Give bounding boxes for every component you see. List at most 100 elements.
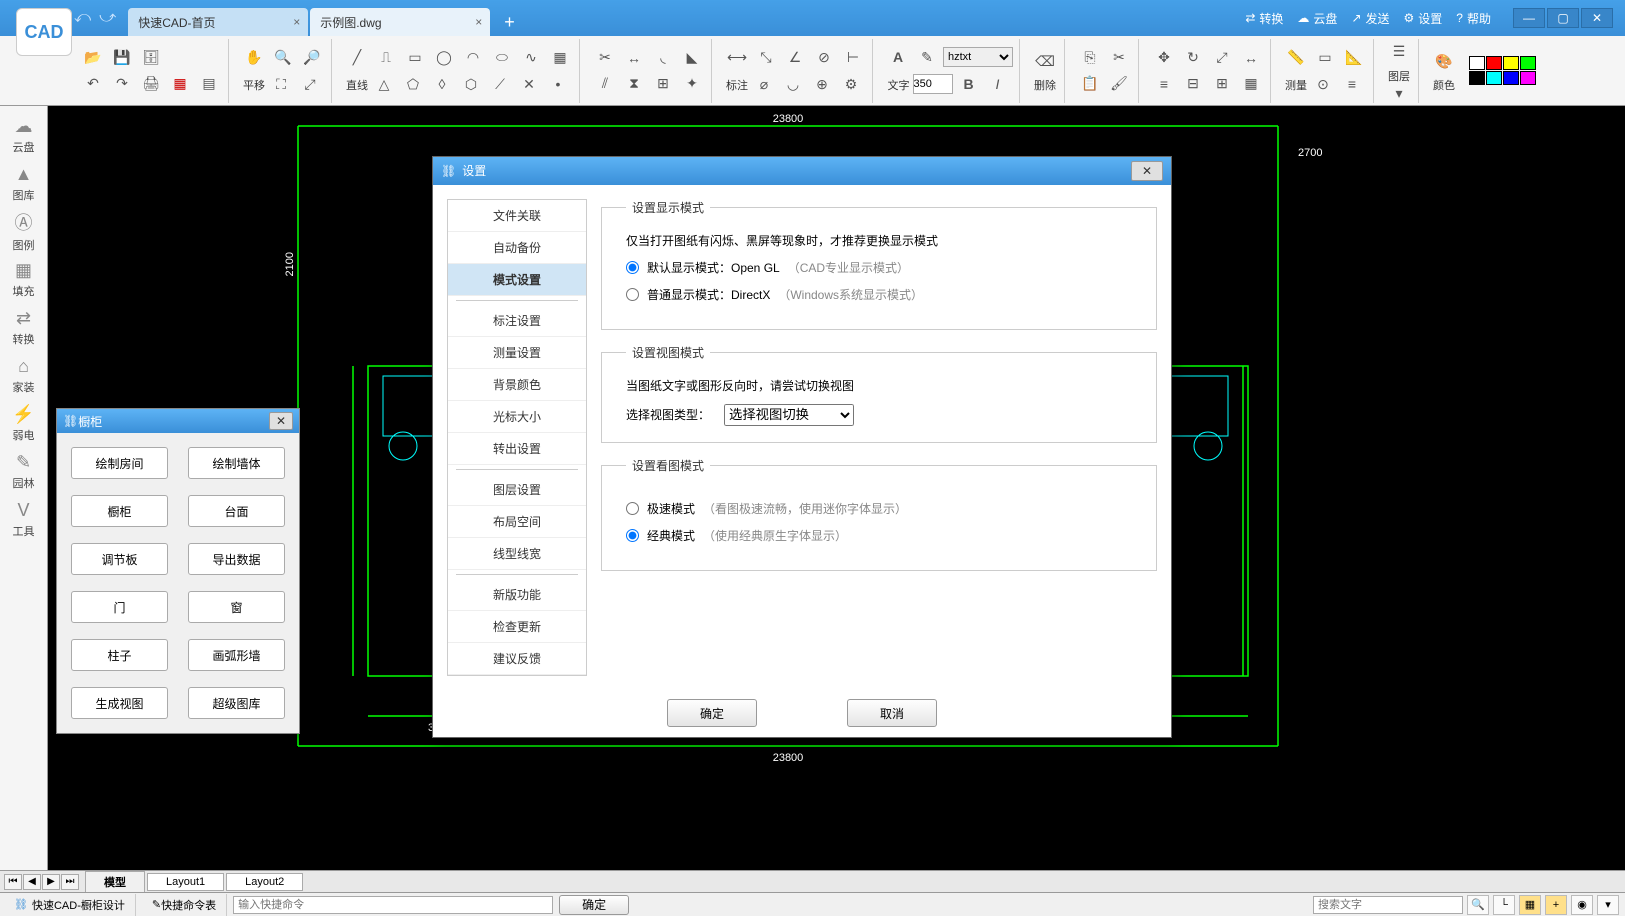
text-icon[interactable]: A xyxy=(885,44,911,70)
nav-back-icon[interactable]: ⤺ xyxy=(74,9,91,27)
panel-titlebar[interactable]: ⛓ 橱柜 ✕ xyxy=(57,409,299,433)
sidebar-item-图例[interactable]: Ⓐ图例 xyxy=(4,208,44,254)
list-icon[interactable]: ≡ xyxy=(1339,71,1365,97)
circle-icon[interactable]: ◯ xyxy=(431,44,457,70)
mirror-icon[interactable]: ⧗ xyxy=(621,71,647,97)
explode-icon[interactable]: ✦ xyxy=(679,71,705,97)
panel-button-绘制墙体[interactable]: 绘制墙体 xyxy=(188,447,285,479)
dialog-titlebar[interactable]: ⛓ 设置 ✕ xyxy=(433,157,1171,185)
hatch-icon[interactable]: ▦ xyxy=(547,44,573,70)
dim-linear-icon[interactable]: ⟷ xyxy=(724,44,750,70)
tab-drawing[interactable]: 示例图.dwg × xyxy=(310,8,490,36)
send-button[interactable]: ↗ 发送 xyxy=(1351,10,1389,27)
layer-drop-icon[interactable]: ▾ xyxy=(1386,84,1412,103)
color-swatch[interactable] xyxy=(1520,56,1536,70)
align-icon[interactable]: ≡ xyxy=(1151,71,1177,97)
settings-nav-背景颜色[interactable]: 背景颜色 xyxy=(448,369,586,401)
pdf-icon[interactable]: ▦ xyxy=(167,71,193,97)
panel-button-橱柜[interactable]: 橱柜 xyxy=(71,495,168,527)
grid-icon[interactable]: ▦ xyxy=(1519,895,1541,915)
line-icon[interactable]: ╱ xyxy=(344,44,370,70)
radio-input[interactable] xyxy=(626,261,639,274)
search-input[interactable] xyxy=(1313,896,1463,914)
undo-icon[interactable]: ↶ xyxy=(80,71,106,97)
close-icon[interactable]: × xyxy=(293,15,300,29)
break-icon[interactable]: ⊟ xyxy=(1180,71,1206,97)
print-icon[interactable]: 🖨 xyxy=(138,71,164,97)
cancel-button[interactable]: 取消 xyxy=(847,699,937,727)
polyline-icon[interactable]: ⎍ xyxy=(373,44,399,70)
prev-icon[interactable]: ◀ xyxy=(23,874,41,890)
mtext-icon[interactable]: ✎ xyxy=(914,44,940,70)
tab-home[interactable]: 快速CAD-首页 × xyxy=(128,8,308,36)
zoom-ext-icon[interactable]: ⤢ xyxy=(297,71,323,97)
nav-forward-icon[interactable]: ⤻ xyxy=(99,9,116,27)
panel-button-柱子[interactable]: 柱子 xyxy=(71,639,168,671)
sidebar-item-弱电[interactable]: ⚡弱电 xyxy=(4,400,44,446)
dim-cont-icon[interactable]: ⊕ xyxy=(809,71,835,97)
trim-icon[interactable]: ✂ xyxy=(592,45,618,71)
xline-icon[interactable]: ✕ xyxy=(516,71,542,97)
tri-icon[interactable]: △ xyxy=(371,71,397,97)
settings-nav-标注设置[interactable]: 标注设置 xyxy=(448,305,586,337)
dim-dia-icon[interactable]: ⌀ xyxy=(751,71,777,97)
cloud-icon[interactable]: ◊ xyxy=(429,71,455,97)
settings-nav-模式设置[interactable]: 模式设置 xyxy=(448,264,586,296)
cmd-confirm-button[interactable]: 确定 xyxy=(559,895,629,915)
sidebar-item-云盘[interactable]: ☁云盘 xyxy=(4,112,44,158)
sidebar-item-园林[interactable]: ✎园林 xyxy=(4,448,44,494)
sidebar-item-图库[interactable]: ▲图库 xyxy=(4,160,44,206)
panel-button-窗[interactable]: 窗 xyxy=(188,591,285,623)
color-swatch[interactable] xyxy=(1469,71,1485,85)
group-icon[interactable]: ▦ xyxy=(1238,71,1264,97)
settings-nav-线型线宽[interactable]: 线型线宽 xyxy=(448,538,586,570)
settings-nav-新版功能[interactable]: 新版功能 xyxy=(448,579,586,611)
first-icon[interactable]: ⏮ xyxy=(4,874,22,890)
sidebar-item-填充[interactable]: ▦填充 xyxy=(4,256,44,302)
dim-align-icon[interactable]: ⤡ xyxy=(753,44,779,70)
snap-icon[interactable]: + xyxy=(1545,895,1567,915)
dist-icon[interactable]: 📏 xyxy=(1283,44,1309,70)
settings-button[interactable]: ⚙ 设置 xyxy=(1404,10,1443,27)
extend-icon[interactable]: ↔ xyxy=(621,45,647,71)
zoom-window-icon[interactable]: ⛶ xyxy=(268,71,294,97)
sidebar-item-工具[interactable]: V工具 xyxy=(4,496,44,542)
color-swatch[interactable] xyxy=(1486,71,1502,85)
radio-classic[interactable]: 经典模式 （使用经典原生字体显示） xyxy=(626,527,1140,544)
settings-nav-检查更新[interactable]: 检查更新 xyxy=(448,611,586,643)
panel-button-绘制房间[interactable]: 绘制房间 xyxy=(71,447,168,479)
close-icon[interactable]: ✕ xyxy=(269,412,293,430)
panel-button-生成视图[interactable]: 生成视图 xyxy=(71,687,168,719)
export-icon[interactable]: ▤ xyxy=(196,71,222,97)
dim-ord-icon[interactable]: ⊢ xyxy=(840,44,866,70)
donut-icon[interactable]: ⬡ xyxy=(458,71,484,97)
dim-ang-icon[interactable]: ∠ xyxy=(782,44,808,70)
ok-button[interactable]: 确定 xyxy=(667,699,757,727)
sidebar-item-转换[interactable]: ⇄转换 xyxy=(4,304,44,350)
save-icon[interactable]: 💾 xyxy=(109,45,135,71)
color-swatch[interactable] xyxy=(1520,71,1536,85)
layout-tab-model[interactable]: 模型 xyxy=(85,871,145,893)
sidebar-item-家装[interactable]: ⌂家装 xyxy=(4,352,44,398)
close-icon[interactable]: ✕ xyxy=(1131,161,1163,181)
more-icon[interactable]: ▾ xyxy=(1597,895,1619,915)
settings-nav-转出设置[interactable]: 转出设置 xyxy=(448,433,586,465)
panel-button-调节板[interactable]: 调节板 xyxy=(71,543,168,575)
paste-icon[interactable]: 📋 xyxy=(1077,71,1103,97)
eraser-icon[interactable]: ⌫ xyxy=(1032,48,1058,74)
stretch-icon[interactable]: ↔ xyxy=(1238,45,1264,71)
settings-nav-图层设置[interactable]: 图层设置 xyxy=(448,474,586,506)
join-icon[interactable]: ⊞ xyxy=(1209,71,1235,97)
poly-icon[interactable]: ⬠ xyxy=(400,71,426,97)
cut-icon[interactable]: ✂ xyxy=(1106,45,1132,71)
radio-input[interactable] xyxy=(626,288,639,301)
color-wheel-icon[interactable]: 🎨 xyxy=(1431,48,1457,74)
open-icon[interactable]: 📂 xyxy=(80,45,106,71)
settings-nav-测量设置[interactable]: 测量设置 xyxy=(448,337,586,369)
layer-icon[interactable]: ☰ xyxy=(1386,39,1412,65)
close-button[interactable]: ✕ xyxy=(1581,8,1613,28)
close-icon[interactable]: × xyxy=(475,15,482,29)
fillet-icon[interactable]: ◟ xyxy=(650,45,676,71)
dim-arc-icon[interactable]: ◡ xyxy=(780,71,806,97)
redo-icon[interactable]: ↷ xyxy=(109,71,135,97)
